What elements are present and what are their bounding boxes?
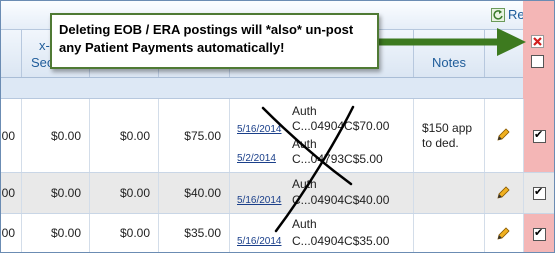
- posting-date-link[interactable]: 5/2/2014: [237, 153, 276, 164]
- note-text: $150 app to ded.: [422, 121, 473, 150]
- cell-edit: [484, 173, 524, 213]
- cell-notes: [413, 214, 485, 252]
- cell-notes: [413, 173, 485, 213]
- cell-col1: $0.00: [21, 214, 90, 252]
- posting-auth-bottom: C...04904C$35.00: [292, 234, 390, 248]
- eob-grid: Refres x- Seco Notes .00 $0.00 $0.00: [0, 0, 555, 253]
- cell-postings: 5/16/2014 Auth C...04904C$40.00: [229, 173, 414, 213]
- cell-col2: $0.00: [89, 173, 159, 213]
- cell-col2: $0.00: [89, 214, 159, 252]
- posting-date-link[interactable]: 5/16/2014: [237, 124, 282, 135]
- cell-notes: $150 app to ded.: [413, 99, 485, 172]
- pencil-icon[interactable]: [495, 185, 511, 201]
- cell-amount-secondary: .00: [1, 173, 22, 213]
- delete-x-icon[interactable]: [531, 35, 544, 48]
- posting-auth-top: Auth: [292, 177, 317, 191]
- table-row: .00 $0.00 $0.00 $40.00 5/16/2014 Auth C.…: [1, 173, 554, 214]
- cell-col3: $40.00: [158, 173, 230, 213]
- table-row: .00 $0.00 $0.00 $35.00 5/16/2014 Auth C.…: [1, 214, 554, 252]
- cell-postings: 5/16/2014 Auth C...04904C$35.00: [229, 214, 414, 252]
- cell-col1: $0.00: [21, 99, 90, 172]
- posting-auth-top: Auth: [292, 137, 317, 151]
- cell-col2: $0.00: [89, 99, 159, 172]
- posting-auth-top: Auth: [292, 217, 317, 231]
- cell-col3: $35.00: [158, 214, 230, 252]
- cell-amount-secondary: .00: [1, 214, 22, 252]
- posting-auth-bottom: C...04904C$70.00: [292, 119, 390, 133]
- posting-auth-bottom: C...04904C$40.00: [292, 193, 390, 207]
- pencil-icon[interactable]: [495, 226, 511, 242]
- table-row: .00 $0.00 $0.00 $75.00 5/16/2014 Auth C.…: [1, 99, 554, 173]
- header-col-edit: [484, 30, 524, 77]
- cell-col1: $0.00: [21, 173, 90, 213]
- pencil-icon[interactable]: [495, 127, 511, 143]
- cell-postings: 5/16/2014 Auth C...04904C$70.00 5/2/2014…: [229, 99, 414, 172]
- notes-header-label: Notes: [432, 55, 466, 70]
- posting-date-link[interactable]: 5/16/2014: [237, 195, 282, 206]
- cell-edit: [484, 214, 524, 252]
- grid-subheader: [1, 78, 554, 99]
- warning-callout: Deleting EOB / ERA postings will *also* …: [50, 13, 379, 69]
- delete-row-checkbox[interactable]: [533, 185, 546, 200]
- callout-text: Deleting EOB / ERA postings will *also* …: [59, 22, 354, 55]
- posting-auth-top: Auth: [292, 104, 317, 118]
- cell-amount-secondary: .00: [1, 99, 22, 172]
- select-all-delete-checkbox[interactable]: [531, 55, 544, 68]
- header-col-blank: [1, 30, 22, 77]
- posting-auth-bottom: C...04793C$5.00: [292, 152, 383, 166]
- posting-date-link[interactable]: 5/16/2014: [237, 236, 282, 247]
- header-col-notes[interactable]: Notes: [413, 30, 485, 77]
- header-col-secondary-top: x-: [39, 38, 50, 53]
- cell-edit: [484, 99, 524, 172]
- delete-row-checkbox[interactable]: [533, 128, 546, 143]
- delete-row-checkbox[interactable]: [533, 226, 546, 241]
- refresh-icon: [491, 7, 505, 22]
- cell-col3: $75.00: [158, 99, 230, 172]
